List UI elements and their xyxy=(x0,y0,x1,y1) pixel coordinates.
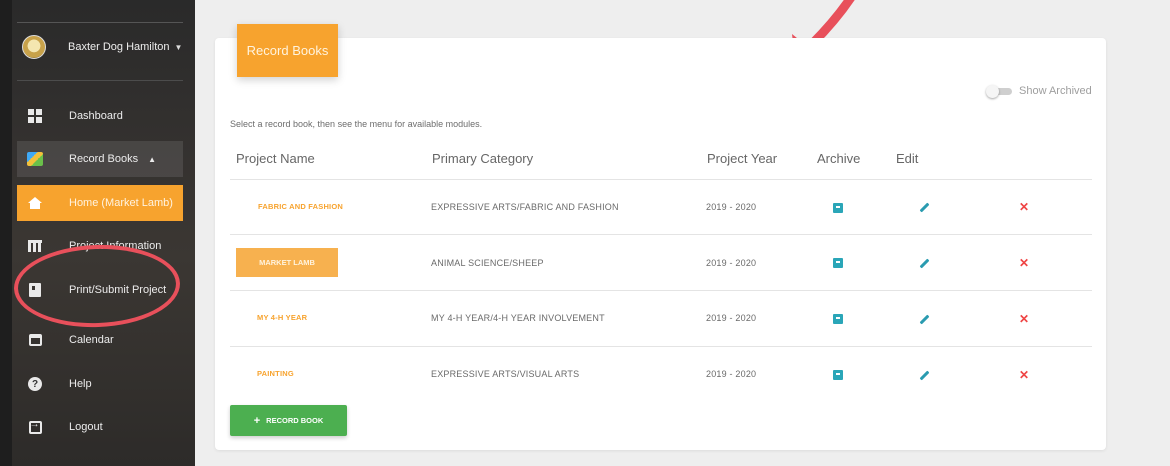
avatar xyxy=(22,35,46,59)
sidebar-item-label: Logout xyxy=(69,421,103,433)
calendar-icon xyxy=(27,332,43,348)
delete-icon[interactable]: ✕ xyxy=(1019,312,1029,326)
sidebar-item-label: Record Books xyxy=(69,153,139,165)
record-books-card xyxy=(215,38,1106,450)
plus-icon: + xyxy=(253,414,261,427)
delete-icon[interactable]: ✕ xyxy=(1019,200,1029,214)
table-divider xyxy=(230,179,1092,180)
archive-icon[interactable] xyxy=(833,370,843,380)
archive-icon[interactable] xyxy=(833,203,843,213)
column-header-project-name: Project Name xyxy=(236,151,315,166)
project-year: 2019 - 2020 xyxy=(706,369,757,379)
primary-category: MY 4-H YEAR/4-H YEAR INVOLVEMENT xyxy=(431,313,605,323)
show-archived-toggle[interactable] xyxy=(986,85,1012,98)
caret-up-icon: ▲ xyxy=(148,154,157,164)
instructions-text: Select a record book, then see the menu … xyxy=(230,119,483,129)
primary-category: EXPRESSIVE ARTS/FABRIC AND FASHION xyxy=(431,202,619,212)
sidebar-item-record-books[interactable]: Record Books ▲ xyxy=(17,141,183,177)
sidebar-item-home-market-lamb[interactable]: Home (Market Lamb) xyxy=(17,185,183,221)
sidebar-item-label: Dashboard xyxy=(69,110,123,122)
user-name: Baxter Dog Hamilton xyxy=(68,41,170,53)
project-name-link[interactable]: FABRIC AND FASHION xyxy=(258,202,343,211)
sidebar: Baxter Dog Hamilton ▼ Dashboard Record B… xyxy=(0,0,195,466)
column-header-archive: Archive xyxy=(817,151,861,166)
archive-icon[interactable] xyxy=(833,258,843,268)
archive-icon[interactable] xyxy=(833,314,843,324)
sidebar-item-dashboard[interactable]: Dashboard xyxy=(17,98,183,134)
divider xyxy=(17,22,183,23)
project-year: 2019 - 2020 xyxy=(706,202,757,212)
add-record-book-label: RECORD BOOK xyxy=(266,416,324,425)
delete-icon[interactable]: ✕ xyxy=(1019,368,1029,382)
table-divider xyxy=(230,234,1092,235)
show-archived-label: Show Archived xyxy=(1019,85,1092,97)
add-record-book-button[interactable]: + RECORD BOOK xyxy=(230,405,347,436)
column-header-edit: Edit xyxy=(896,151,919,166)
book-icon xyxy=(27,151,43,167)
sidebar-item-calendar[interactable]: Calendar xyxy=(17,322,183,358)
project-year: 2019 - 2020 xyxy=(706,258,757,268)
logout-icon xyxy=(27,419,43,435)
sidebar-item-label: Help xyxy=(69,378,92,390)
sidebar-edge xyxy=(0,0,12,466)
card-title: Record Books xyxy=(237,24,338,77)
project-year: 2019 - 2020 xyxy=(706,313,757,323)
toggle-knob xyxy=(986,85,999,98)
project-name-link[interactable]: MY 4-H YEAR xyxy=(257,313,307,322)
project-name-link-selected[interactable]: MARKET LAMB xyxy=(236,248,338,277)
dashboard-icon xyxy=(27,108,43,124)
column-header-project-year: Project Year xyxy=(707,151,778,166)
home-icon xyxy=(27,195,43,211)
delete-icon[interactable]: ✕ xyxy=(1019,256,1029,270)
help-icon: ? xyxy=(27,376,43,392)
table-divider xyxy=(230,346,1092,347)
primary-category: EXPRESSIVE ARTS/VISUAL ARTS xyxy=(431,369,580,379)
table-icon xyxy=(27,238,43,254)
table-divider xyxy=(230,290,1092,291)
column-header-primary-category: Primary Category xyxy=(432,151,534,166)
divider xyxy=(17,80,183,81)
user-menu[interactable]: Baxter Dog Hamilton ▼ xyxy=(22,32,182,62)
sidebar-item-logout[interactable]: Logout xyxy=(17,409,183,445)
project-name-link[interactable]: PAINTING xyxy=(257,369,294,378)
primary-category: ANIMAL SCIENCE/SHEEP xyxy=(431,258,544,268)
sidebar-item-label: Calendar xyxy=(69,334,114,346)
caret-down-icon: ▼ xyxy=(174,42,183,52)
sidebar-item-help[interactable]: ? Help xyxy=(17,366,183,402)
sidebar-item-label: Home (Market Lamb) xyxy=(69,197,173,209)
